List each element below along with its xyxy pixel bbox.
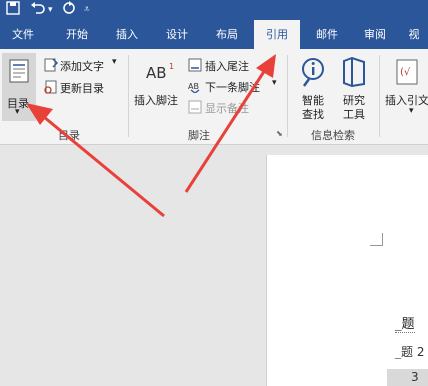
toc-heading: _题: [395, 313, 415, 333]
insert-citation-button[interactable]: 插入引文: [385, 92, 428, 108]
svg-text:1: 1: [169, 62, 174, 71]
toc-entry-2: _题 2: [395, 345, 425, 359]
customize-qat-icon[interactable]: ⩡: [84, 1, 90, 19]
smart-lookup-icon: [300, 57, 326, 91]
insert-endnote-button[interactable]: 插入尾注: [205, 58, 249, 74]
document-area: _题 _题 2 3: [0, 145, 428, 386]
group-divider: [287, 55, 288, 137]
toc-dropdown-icon: ▾: [15, 107, 20, 117]
group-divider: [128, 55, 129, 137]
title-bar: ▾ ⩡: [0, 0, 428, 20]
tab-view[interactable]: 视: [400, 20, 428, 49]
tab-file[interactable]: 文件: [0, 20, 46, 49]
redo-icon[interactable]: [62, 1, 76, 21]
ribbon-tabs: 文件 开始 插入 设计 布局 引用 邮件 审阅 视: [0, 20, 428, 49]
margin-corner-mark: [370, 233, 383, 246]
tab-design[interactable]: 设计: [154, 20, 200, 49]
tab-insert[interactable]: 插入: [104, 20, 150, 49]
footnotes-group-label: 脚注: [188, 129, 210, 142]
toc-icon: [9, 59, 29, 87]
group-divider: [379, 55, 380, 137]
document-page[interactable]: _题 _题 2 3: [266, 155, 428, 386]
toc-entry-3: 3: [387, 369, 428, 386]
researcher-button-line2[interactable]: 工具: [343, 106, 365, 122]
svg-text:AB: AB: [188, 82, 199, 91]
insert-endnote-icon: [188, 57, 202, 76]
insert-footnote-button[interactable]: 插入脚注: [134, 92, 178, 108]
toc-button[interactable]: 目录 ▾: [2, 53, 36, 121]
tab-review[interactable]: 审阅: [352, 20, 398, 49]
svg-text:AB: AB: [146, 64, 167, 81]
insert-citation-dropdown-icon[interactable]: ▾: [409, 106, 414, 116]
add-text-button[interactable]: 添加文字: [60, 58, 104, 74]
smart-lookup-button-line2[interactable]: 查找: [302, 106, 324, 122]
save-icon[interactable]: [6, 1, 20, 21]
add-text-dropdown-icon[interactable]: ▾: [112, 57, 117, 67]
tab-layout[interactable]: 布局: [204, 20, 250, 49]
svg-text:(√: (√: [400, 67, 411, 78]
add-text-icon: [44, 57, 59, 76]
researcher-icon: [341, 56, 367, 91]
update-toc-button[interactable]: 更新目录: [60, 80, 104, 96]
tab-mailings[interactable]: 邮件: [304, 20, 350, 49]
tab-references[interactable]: 引用: [254, 20, 300, 49]
tab-home[interactable]: 开始: [54, 20, 100, 49]
update-toc-icon: [44, 79, 58, 98]
ribbon: 目录 ▾ 添加文字 ▾ 更新目录 目录 AB 1 插入脚注 插入尾注 AB 下一条…: [0, 49, 428, 145]
undo-dropdown-icon[interactable]: ▾: [48, 1, 53, 19]
insert-citation-icon: (√: [396, 59, 420, 89]
show-notes-button[interactable]: 显示备注: [205, 100, 249, 116]
next-footnote-button[interactable]: 下一条脚注: [205, 79, 260, 95]
toc-group-label: 目录: [58, 129, 80, 142]
undo-icon[interactable]: [30, 1, 46, 21]
show-notes-icon: [188, 99, 202, 118]
next-footnote-dropdown-icon[interactable]: ▾: [272, 78, 277, 88]
next-footnote-icon: AB: [188, 78, 202, 97]
dialog-launcher-icon[interactable]: ⬊: [276, 129, 283, 138]
insert-footnote-icon: AB 1: [146, 61, 176, 85]
research-group-label: 信息检索: [311, 129, 355, 142]
